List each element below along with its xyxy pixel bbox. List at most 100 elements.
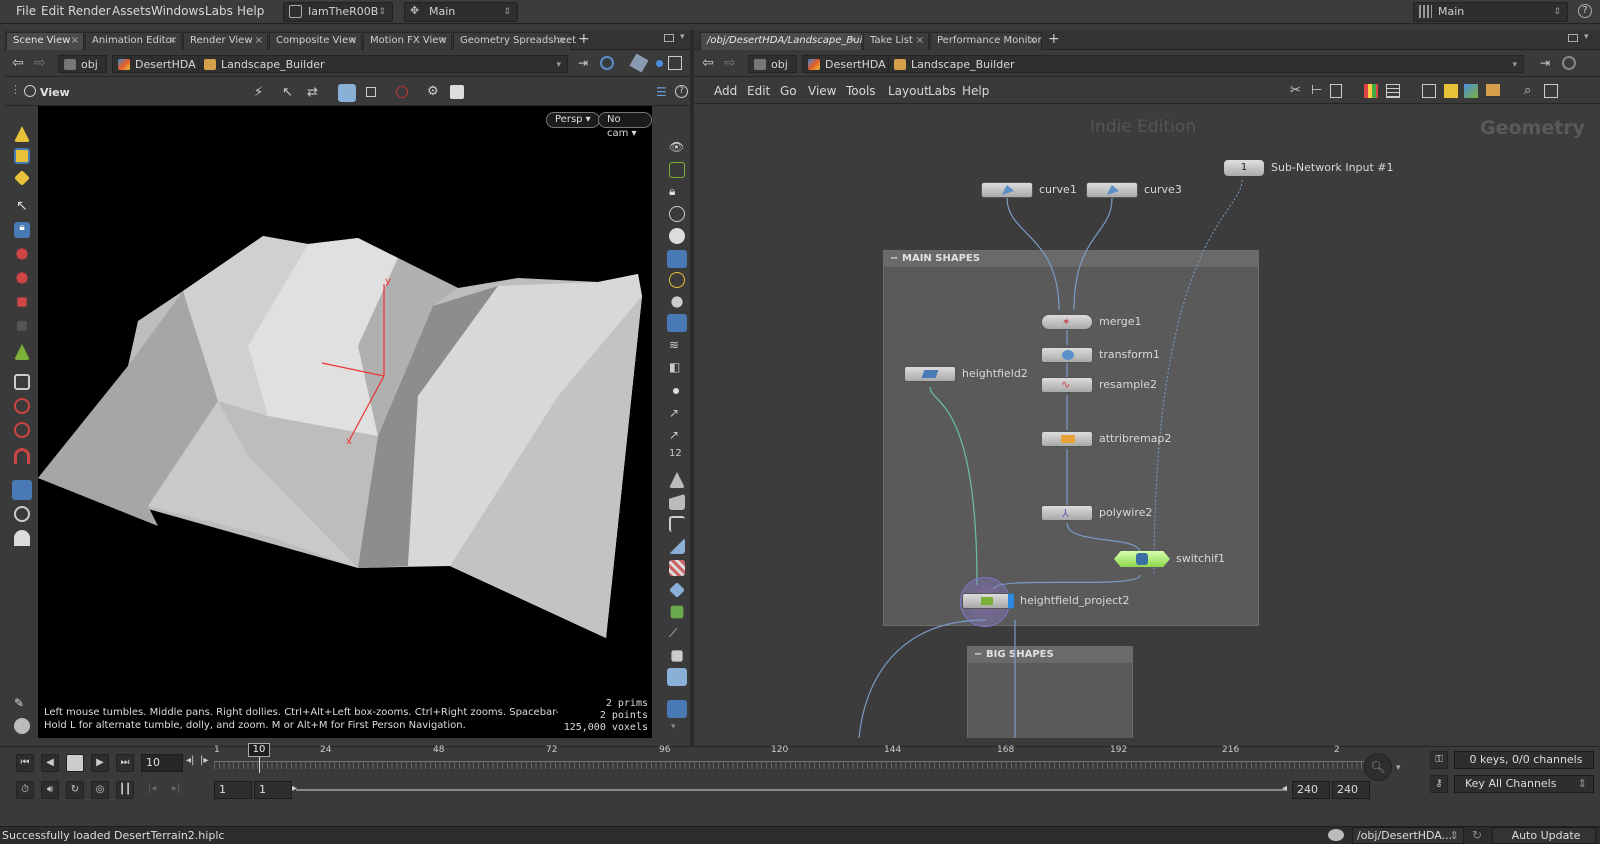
dot-icon[interactable] — [656, 60, 663, 67]
ghost-icon[interactable] — [669, 206, 685, 222]
breadcrumb-obj[interactable]: obj — [58, 55, 107, 73]
tab-performance-monitor[interactable]: Performance Monitor × — [930, 32, 1042, 50]
breadcrumb-deserthda[interactable]: DesertHDA — [112, 55, 205, 73]
bell-icon[interactable] — [14, 530, 30, 546]
normal-icon[interactable]: ↗ — [669, 406, 685, 422]
render-region-icon[interactable] — [667, 668, 687, 686]
close-icon[interactable]: × — [349, 33, 357, 49]
transform-icon[interactable]: ⇄ — [307, 85, 318, 100]
vector-icon[interactable]: ↗ — [669, 428, 685, 444]
background-image-icon[interactable] — [1464, 84, 1478, 98]
user-dropdown[interactable]: IamTheR00B ⇕ — [283, 2, 393, 22]
range-left-handle[interactable]: ▸ — [292, 783, 297, 794]
desktop-dropdown[interactable]: ✥ Main ⇕ — [404, 2, 518, 22]
breadcrumb-landscape-builder[interactable]: Landscape_Builder ▾ — [888, 55, 1524, 73]
headlight-icon[interactable] — [671, 296, 683, 308]
close-icon[interactable]: × — [169, 33, 177, 49]
image-icon[interactable] — [1422, 84, 1436, 98]
node-switchif1[interactable] — [1114, 551, 1170, 567]
tab-scene-view[interactable]: Scene View × — [6, 32, 84, 50]
tab-take-list[interactable]: Take List × — [863, 32, 929, 50]
forward-icon[interactable]: ⇨ — [34, 55, 46, 71]
texture-icon[interactable] — [669, 582, 685, 598]
net-menu-add[interactable]: Add — [714, 84, 737, 98]
playhead[interactable]: 10 — [248, 743, 270, 757]
search-icon[interactable]: ⌕ — [1524, 83, 1531, 98]
pin-icon[interactable]: ⇥ — [578, 56, 588, 70]
net-menu-layout[interactable]: Layout — [888, 84, 929, 98]
construction-plane-icon[interactable] — [12, 480, 32, 500]
sphere-icon[interactable] — [669, 228, 685, 244]
net-menu-help[interactable]: Help — [962, 84, 989, 98]
face-icon[interactable] — [669, 494, 685, 510]
range-start-field[interactable]: 1 — [214, 781, 252, 799]
step-forward-icon[interactable]: |▸ — [200, 755, 208, 766]
wand-icon[interactable]: ✎ — [14, 696, 30, 712]
lightbulb-icon[interactable] — [667, 700, 687, 718]
node-attribremap2[interactable] — [1041, 431, 1093, 447]
net-menu-edit[interactable]: Edit — [747, 84, 770, 98]
net-menu-go[interactable]: Go — [780, 84, 797, 98]
snap-point-icon[interactable] — [14, 398, 30, 414]
close-icon[interactable]: × — [916, 33, 924, 49]
node-heightfield2[interactable] — [904, 366, 956, 382]
lock-icon[interactable]: 🔒︎ — [14, 222, 30, 238]
uv-icon[interactable] — [669, 538, 685, 554]
close-icon[interactable]: × — [255, 33, 263, 49]
create-icon[interactable] — [14, 126, 30, 142]
list-icon[interactable] — [1330, 84, 1342, 98]
snapshot-icon[interactable] — [450, 85, 464, 99]
global-animation-icon[interactable]: ◎ — [91, 781, 109, 799]
audio-scrub-icon[interactable]: 🔊︎ — [41, 781, 59, 799]
chevron-down-icon[interactable]: ▾ — [671, 722, 687, 738]
forward-icon[interactable]: ⇨ — [724, 55, 736, 71]
lock-icon[interactable]: 🔒︎ — [669, 184, 685, 200]
tab-render-view[interactable]: Render View × — [183, 32, 268, 50]
add-tab-icon[interactable]: + — [1048, 31, 1060, 47]
help-icon[interactable]: ? — [675, 85, 688, 98]
net-menu-view[interactable]: View — [808, 84, 836, 98]
prev-key-icon[interactable]: |◂ — [148, 783, 156, 794]
snapshot-icon[interactable] — [1544, 84, 1558, 98]
rotate-icon[interactable] — [16, 272, 28, 284]
update-mode-dropdown[interactable]: Auto Update — [1492, 827, 1596, 844]
add-tab-icon[interactable]: + — [578, 31, 590, 47]
back-icon[interactable]: ⇦ — [12, 55, 24, 71]
range-end-field[interactable]: 240 — [1292, 781, 1330, 799]
node-polywire2[interactable]: ⅄ — [1041, 505, 1093, 521]
network-editor[interactable]: Indie Edition Geometry − MAIN SHAPES − BIG… — [694, 105, 1600, 738]
right-desktop-dropdown[interactable]: Main ⇕ — [1413, 2, 1568, 22]
chevron-down-icon[interactable]: ▾ — [680, 32, 685, 42]
lighting-icon[interactable]: ⚡ — [254, 85, 263, 100]
audio-icon[interactable]: 🔍︎ — [1364, 753, 1392, 781]
net-menu-labs[interactable]: Labs — [928, 84, 956, 98]
net-menu-tools[interactable]: Tools — [846, 84, 876, 98]
chevron-down-icon[interactable]: ▾ — [1584, 32, 1589, 42]
status-path-dropdown[interactable]: /obj/DesertHDA... ⇕ — [1352, 827, 1464, 844]
pose-icon[interactable] — [17, 321, 27, 331]
jump-end-icon[interactable]: ⏭ — [116, 754, 134, 772]
keys-icon[interactable]: ⚿ — [1430, 751, 1448, 769]
scale-icon[interactable] — [17, 297, 27, 307]
range-slider[interactable] — [296, 789, 1286, 791]
node-heightfield-project2[interactable] — [962, 593, 1014, 609]
menu-render[interactable]: Render — [68, 4, 111, 18]
key-all-channels-dropdown[interactable]: Key All Channels ⇕ — [1454, 775, 1594, 793]
menu-assets[interactable]: Assets — [112, 4, 151, 18]
loop-icon[interactable]: ↻ — [66, 781, 84, 799]
prim-icon[interactable] — [669, 472, 685, 488]
help-icon[interactable]: ? — [1578, 4, 1592, 18]
visibility-icon[interactable] — [669, 162, 685, 178]
snap-curve-icon[interactable] — [14, 422, 30, 438]
snap-grid-icon[interactable] — [14, 374, 30, 390]
profile-icon[interactable] — [669, 516, 685, 532]
close-icon[interactable]: × — [558, 33, 566, 49]
step-back-icon[interactable]: ◂| — [186, 755, 194, 766]
light-icon[interactable] — [667, 250, 687, 268]
refresh-icon[interactable]: ↻ — [1472, 828, 1482, 842]
breadcrumb-obj[interactable]: obj — [748, 55, 797, 73]
maximize-icon[interactable] — [664, 34, 674, 42]
note-icon[interactable] — [1444, 84, 1458, 98]
background-icon[interactable]: ◧ — [669, 360, 685, 376]
breadcrumb-landscape-builder[interactable]: Landscape_Builder ▾ — [198, 55, 568, 73]
